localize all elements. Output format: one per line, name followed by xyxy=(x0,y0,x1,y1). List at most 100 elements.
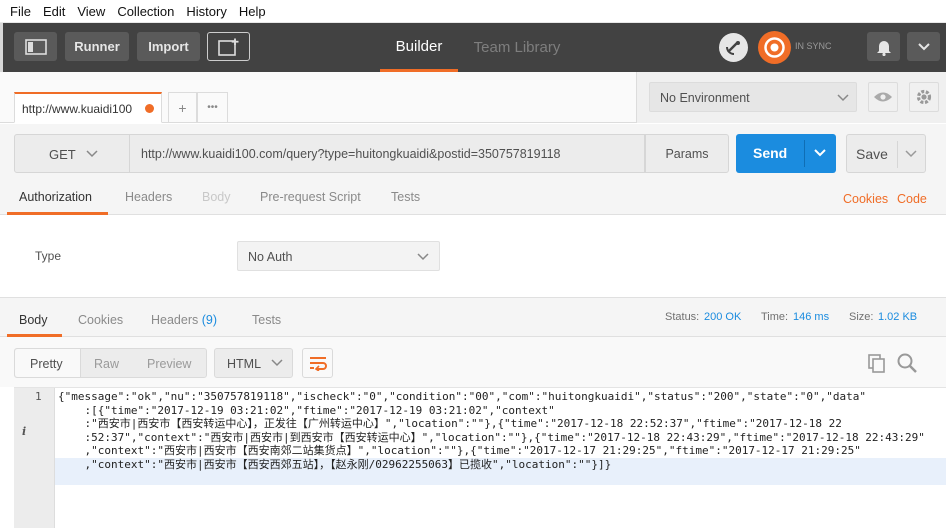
satellite-icon[interactable] xyxy=(719,33,748,62)
new-tab-plus-icon xyxy=(217,38,240,56)
send-button[interactable]: Send xyxy=(753,145,787,161)
menu-help[interactable]: Help xyxy=(233,4,272,19)
tab-team-library[interactable]: Team Library xyxy=(469,23,565,72)
tab-body[interactable]: Body xyxy=(202,190,231,204)
notifications-button[interactable] xyxy=(867,32,900,61)
menu-view[interactable]: View xyxy=(71,4,111,19)
method-select[interactable]: GET xyxy=(14,134,130,173)
eye-icon xyxy=(873,91,893,103)
menu-bar: File Edit View Collection History Help xyxy=(0,0,946,23)
response-headers-label: Headers xyxy=(151,313,199,327)
code-line: {"message":"ok","nu":"350757819118","isc… xyxy=(58,390,866,403)
menu-history[interactable]: History xyxy=(180,4,232,19)
app-header: Runner Import Builder Team Library IN SY… xyxy=(0,23,946,72)
status-value: 200 OK xyxy=(704,311,742,323)
save-button-group: Save xyxy=(846,134,926,173)
tab-authorization[interactable]: Authorization xyxy=(19,190,92,204)
environment-value: No Environment xyxy=(660,91,750,105)
environment-panel: No Environment xyxy=(636,72,946,123)
code-line: ,"context":"西安市|西安市【西安南郊二站集货点】","locatio… xyxy=(58,444,861,458)
response-body-editor[interactable]: 1 i {"message":"ok","nu":"350757819118",… xyxy=(14,387,946,528)
tab-headers[interactable]: Headers xyxy=(125,190,172,204)
line-number: 1 xyxy=(35,390,42,403)
request-tab-title: http://www.kuaidi100 xyxy=(22,102,133,116)
copy-icon[interactable] xyxy=(866,353,886,373)
chevron-down-icon xyxy=(85,149,99,159)
active-line-highlight xyxy=(55,471,946,486)
line-gutter: 1 i xyxy=(14,388,55,528)
environment-quick-look-button[interactable] xyxy=(868,82,898,112)
menu-edit[interactable]: Edit xyxy=(37,4,71,19)
auth-type-label: Type xyxy=(35,249,62,263)
response-view-bar: Pretty Raw Preview HTML xyxy=(0,337,946,387)
search-icon[interactable] xyxy=(896,352,918,374)
time-value: 146 ms xyxy=(793,311,830,323)
send-button-group: Send xyxy=(736,134,836,173)
send-divider xyxy=(804,140,805,167)
status-label: Status: xyxy=(665,311,700,323)
cookies-link[interactable]: Cookies xyxy=(843,192,888,206)
import-button[interactable]: Import xyxy=(137,32,200,61)
response-headers-count: (9) xyxy=(201,313,218,327)
send-options-chevron-icon[interactable] xyxy=(813,148,827,158)
wrap-lines-button[interactable] xyxy=(302,348,333,378)
auth-type-select[interactable]: No Auth xyxy=(237,241,440,271)
settings-dropdown-button[interactable] xyxy=(907,32,940,61)
size-label: Size: xyxy=(849,311,874,323)
sync-status: IN SYNC xyxy=(795,41,832,51)
save-divider xyxy=(897,141,898,168)
bell-icon xyxy=(876,38,892,56)
sidebar-icon xyxy=(24,38,47,55)
code-line: :"西安市|西安市【西安转运中心】，正发往【广州转运中心】","location… xyxy=(58,417,842,431)
code-link[interactable]: Code xyxy=(897,192,927,206)
add-tab-button[interactable]: + xyxy=(168,92,197,123)
code-line: :[{"time":"2017-12-19 03:21:02","ftime":… xyxy=(58,403,555,417)
tab-builder[interactable]: Builder xyxy=(380,23,458,72)
runner-button[interactable]: Runner xyxy=(65,32,129,61)
method-value: GET xyxy=(49,147,76,162)
tab-response-body[interactable]: Body xyxy=(19,313,48,327)
chevron-down-icon xyxy=(416,252,430,262)
view-raw-button[interactable]: Raw xyxy=(94,357,119,371)
format-value: HTML xyxy=(227,357,262,371)
authorization-panel: Type No Auth xyxy=(0,215,946,297)
params-button[interactable]: Params xyxy=(645,134,729,173)
tab-response-cookies[interactable]: Cookies xyxy=(78,313,123,327)
menu-collection[interactable]: Collection xyxy=(111,4,180,19)
url-value: http://www.kuaidi100.com/query?type=huit… xyxy=(141,147,561,161)
tab-tests[interactable]: Tests xyxy=(391,190,420,204)
code-line: :52:37","context":"西安市|西安市|到西安市【西安转运中心】"… xyxy=(58,430,925,444)
request-url-row: GET http://www.kuaidi100.com/query?type=… xyxy=(0,124,946,184)
tab-pre-request-script[interactable]: Pre-request Script xyxy=(260,190,361,204)
more-tabs-button[interactable]: ••• xyxy=(197,92,228,123)
url-input[interactable]: http://www.kuaidi100.com/query?type=huit… xyxy=(130,134,645,173)
chevron-down-icon xyxy=(270,358,284,368)
info-marker-icon: i xyxy=(22,425,27,438)
auth-type-value: No Auth xyxy=(248,250,293,264)
sidebar-toggle-button[interactable] xyxy=(14,32,57,61)
gear-icon xyxy=(915,88,933,106)
code-line: ,"context":"西安市|西安市【西安西郊五站】，【赵永刚/0296225… xyxy=(58,458,612,471)
menu-file[interactable]: File xyxy=(4,4,37,19)
size-value: 1.02 KB xyxy=(878,311,918,323)
manage-environments-button[interactable] xyxy=(909,82,939,112)
save-button[interactable]: Save xyxy=(856,146,888,162)
response-tabs: Body Cookies Headers (9) Tests Status: 2… xyxy=(0,297,946,337)
view-preview-button[interactable]: Preview xyxy=(147,357,191,371)
sync-icon[interactable] xyxy=(758,31,791,64)
wrap-lines-icon xyxy=(308,355,328,371)
tab-response-headers[interactable]: Headers (9) xyxy=(151,313,217,327)
tab-response-tests[interactable]: Tests xyxy=(252,313,281,327)
request-tab-strip: http://www.kuaidi100 + ••• No Environmen… xyxy=(0,72,946,123)
chevron-down-icon xyxy=(836,93,850,103)
save-options-chevron-icon[interactable] xyxy=(904,149,918,159)
request-sub-tabs: Authorization Headers Body Pre-request S… xyxy=(0,184,946,215)
view-mode-group: Pretty Raw Preview xyxy=(14,348,207,378)
format-select[interactable]: HTML xyxy=(214,348,293,378)
chevron-down-icon xyxy=(917,42,931,52)
environment-select[interactable]: No Environment xyxy=(649,82,857,112)
time-label: Time: xyxy=(761,311,789,323)
view-pretty-button[interactable]: Pretty xyxy=(30,357,63,371)
new-window-button[interactable] xyxy=(207,32,250,61)
request-tab[interactable]: http://www.kuaidi100 xyxy=(14,92,162,123)
